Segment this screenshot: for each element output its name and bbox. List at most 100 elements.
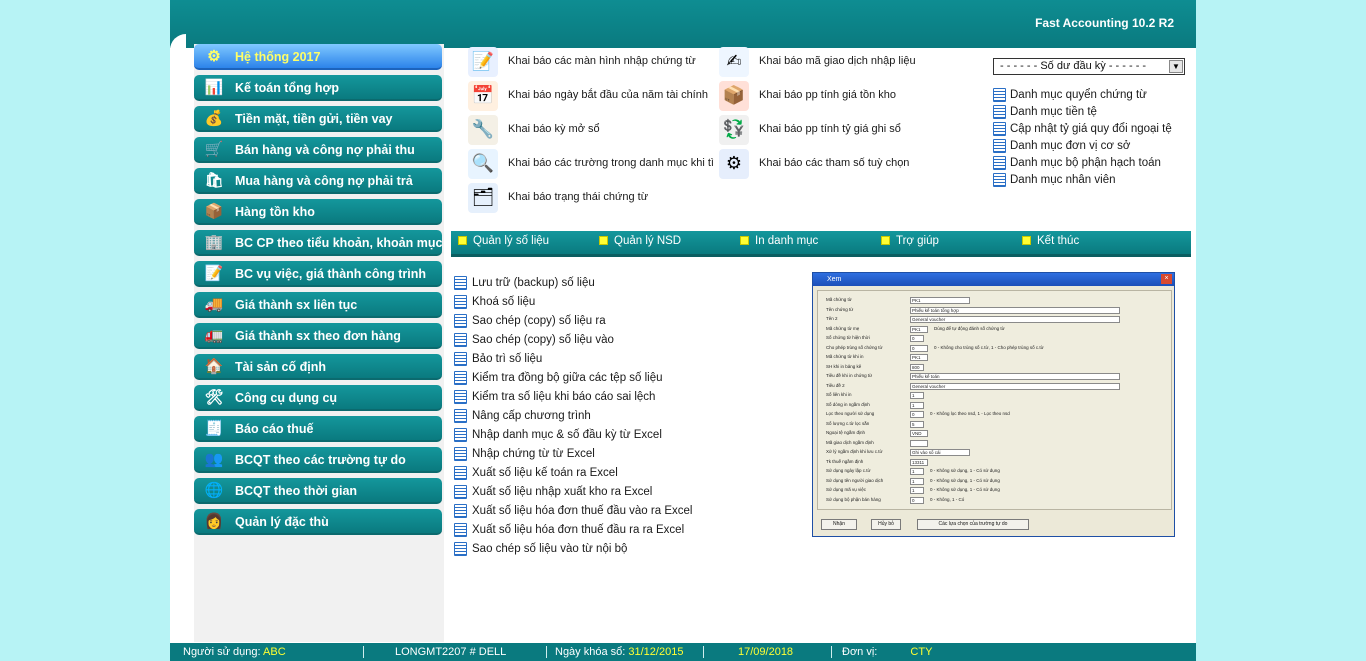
task-link[interactable]: Sao chép (copy) số liệu ra: [454, 310, 606, 328]
preview-field-input[interactable]: 1: [910, 401, 924, 409]
document-list-icon: [454, 389, 467, 404]
preview-field-input[interactable]: 1: [910, 477, 924, 485]
preview-field-input[interactable]: 0: [910, 496, 924, 504]
status-divider: [703, 646, 704, 658]
preview-form-row: Tên chứng từ Phiếu kế toán tổng hợp: [826, 306, 1120, 315]
module-menu-label: BC vụ việc, giá thành công trình: [235, 267, 426, 281]
setup-tile[interactable]: 🗂 Khai báo trạng thái chứng từ: [468, 183, 718, 213]
task-link[interactable]: Nhập danh mục & số đầu kỳ từ Excel: [454, 424, 662, 442]
module-menu-item[interactable]: ⚙ Hệ thống 2017: [194, 44, 442, 70]
preview-field-input[interactable]: 0: [910, 344, 928, 352]
module-menu-item[interactable]: 🛒 Bán hàng và công nợ phải thu: [194, 137, 442, 163]
module-menu-item[interactable]: 🚛 Giá thành sx theo đơn hàng: [194, 323, 442, 349]
module-menu-label: Mua hàng và công nợ phải trả: [235, 174, 413, 188]
user-status: Người sử dụng: ABC: [183, 646, 286, 658]
module-menu-item[interactable]: 👩 Quản lý đặc thù: [194, 509, 442, 535]
preview-field-input[interactable]: General voucher: [910, 316, 1120, 323]
preview-button[interactable]: Nhận: [821, 519, 857, 530]
function-tab[interactable]: Quản lý NSD: [599, 235, 681, 247]
task-link[interactable]: Xuất số liệu hóa đơn thuế đầu ra ra Exce…: [454, 519, 684, 537]
module-menu-item[interactable]: 🏠 Tài sản cố định: [194, 354, 442, 380]
preview-field-input[interactable]: 13311: [910, 458, 928, 466]
setup-tile[interactable]: 📅 Khai báo ngày bắt đầu của năm tài chính: [468, 81, 718, 111]
task-label: Xuất số liệu hóa đơn thuế đầu vào ra Exc…: [472, 504, 693, 517]
module-menu-item[interactable]: 🧾 Báo cáo thuế: [194, 416, 442, 442]
module-menu-item[interactable]: 🌐 BCQT theo thời gian: [194, 478, 442, 504]
setup-tile[interactable]: 📦 Khai báo pp tính giá tồn kho: [719, 81, 969, 111]
module-menu-item[interactable]: 🛠 Công cụ dụng cụ: [194, 385, 442, 411]
preview-field-input[interactable]: 1: [910, 487, 924, 494]
module-menu-label: Hàng tồn kho: [235, 205, 315, 219]
preview-field-input[interactable]: Phiếu kế toán: [910, 373, 1120, 380]
preview-field-input[interactable]: Ghi vào sổ cái: [910, 449, 970, 456]
preview-field-input[interactable]: PK1: [910, 297, 970, 304]
preview-field-input[interactable]: [910, 439, 928, 447]
module-menu-label: Tài sản cố định: [235, 360, 326, 374]
function-tab[interactable]: Trợ giúp: [881, 235, 939, 247]
task-link[interactable]: Bảo trì số liệu: [454, 348, 542, 366]
preview-button[interactable]: Hủy bỏ: [871, 519, 901, 530]
setup-tile[interactable]: 💱 Khai báo pp tính tỷ giá ghi sổ: [719, 115, 969, 145]
task-link[interactable]: Xuất số liệu nhập xuất kho ra Excel: [454, 481, 652, 499]
module-menu-item[interactable]: 💰 Tiền mặt, tiền gửi, tiền vay: [194, 106, 442, 132]
setup-tile[interactable]: 📝 Khai báo các màn hình nhập chứng từ: [468, 47, 718, 77]
close-icon[interactable]: ×: [1161, 274, 1172, 284]
preview-field-input[interactable]: 0: [910, 411, 924, 418]
task-link[interactable]: Xuất số liệu kế toán ra Excel: [454, 462, 618, 480]
setup-tile[interactable]: 🔍 Khai báo các trường trong danh mục khi …: [468, 149, 718, 179]
preview-field-input[interactable]: 1: [910, 468, 924, 475]
preview-field-label: Số dòng in ngầm định: [826, 401, 870, 407]
module-menu-item[interactable]: 👥 BCQT theo các trường tự do: [194, 447, 442, 473]
task-link[interactable]: Sao chép (copy) số liệu vào: [454, 329, 614, 347]
function-tab-label: Trợ giúp: [896, 235, 939, 247]
catalog-link[interactable]: Danh mục bộ phận hạch toán: [993, 152, 1161, 170]
opening-balance-dropdown[interactable]: - - - - - - Số dư đầu kỳ - - - - - - ▼: [993, 58, 1185, 75]
function-tab[interactable]: Quản lý số liệu: [458, 235, 549, 247]
module-menu-item[interactable]: 📊 Kế toán tổng hợp: [194, 75, 442, 101]
calendar-icon: 📅: [468, 81, 498, 111]
catalog-link[interactable]: Cập nhật tỷ giá quy đổi ngoại tệ: [993, 118, 1172, 136]
preview-field-input[interactable]: PK1: [910, 325, 928, 333]
preview-field-input[interactable]: VND: [910, 430, 928, 437]
task-link[interactable]: Sao chép số liệu vào từ nội bộ: [454, 538, 627, 556]
module-menu-item[interactable]: 📦 Hàng tồn kho: [194, 199, 442, 225]
catalog-link[interactable]: Danh mục nhân viên: [993, 169, 1115, 187]
catalog-link[interactable]: Danh mục quyển chứng từ: [993, 84, 1147, 102]
task-link[interactable]: Nhập chứng từ từ Excel: [454, 443, 595, 461]
preview-field-label: SH khi in bảng kê: [826, 363, 862, 369]
task-link[interactable]: Khoá số liệu: [454, 291, 535, 309]
task-link[interactable]: Kiểm tra đồng bộ giữa các tệp số liệu: [454, 367, 663, 385]
preview-form-row: Tiêu đề 2 General voucher: [826, 382, 1120, 391]
module-menu-item[interactable]: 🛍 Mua hàng và công nợ phải trả: [194, 168, 442, 194]
setup-tile[interactable]: ✍ Khai báo mã giao dịch nhập liệu: [719, 47, 969, 77]
module-menu-label: Giá thành sx theo đơn hàng: [235, 329, 401, 343]
module-menu-item[interactable]: 🏢 BC CP theo tiểu khoản, khoản mục: [194, 230, 442, 256]
function-tab[interactable]: In danh mục: [740, 235, 818, 247]
preview-field-input[interactable]: Phiếu kế toán tổng hợp: [910, 306, 1120, 314]
catalog-link[interactable]: Danh mục tiền tệ: [993, 101, 1097, 119]
catalog-link[interactable]: Danh mục đơn vị cơ sở: [993, 135, 1130, 153]
preview-field-input[interactable]: 0: [910, 335, 924, 342]
preview-button[interactable]: Các lựa chọn của trường tự do: [917, 519, 1029, 530]
function-tab[interactable]: Kết thúc: [1022, 235, 1079, 247]
preview-field-input[interactable]: 5: [910, 420, 924, 428]
module-menu-item[interactable]: 📝 BC vụ việc, giá thành công trình: [194, 261, 442, 287]
building-report-icon: 🏢: [204, 234, 224, 251]
project-report-icon: 📝: [204, 265, 224, 282]
preview-field-input[interactable]: PK1: [910, 354, 928, 361]
task-link[interactable]: Kiểm tra số liệu khi báo cáo sai lệch: [454, 386, 655, 404]
setup-tile[interactable]: 🔧 Khai báo kỳ mở sổ: [468, 115, 718, 145]
chevron-down-icon[interactable]: ▼: [1169, 60, 1183, 73]
module-menu-item[interactable]: 🚚 Giá thành sx liên tục: [194, 292, 442, 318]
preview-field-label: Tiêu đề khi in chứng từ: [826, 373, 873, 378]
unit-label: Đơn vị:: [842, 646, 878, 658]
task-link[interactable]: Nâng cấp chương trình: [454, 405, 591, 423]
preview-form-row: Sử dụng tên người giao dịch 1 0 - Không sử…: [826, 477, 1000, 486]
preview-form-row: Mã chứng từ PK1: [826, 297, 970, 305]
preview-field-input[interactable]: 1: [910, 392, 924, 399]
task-link[interactable]: Xuất số liệu hóa đơn thuế đầu vào ra Exc…: [454, 500, 692, 518]
preview-field-input[interactable]: General voucher: [910, 382, 1120, 390]
task-link[interactable]: Lưu trữ (backup) số liệu: [454, 272, 595, 290]
preview-field-input[interactable]: 800: [910, 363, 924, 371]
setup-tile[interactable]: ⚙ Khai báo các tham số tuỳ chọn: [719, 149, 969, 179]
